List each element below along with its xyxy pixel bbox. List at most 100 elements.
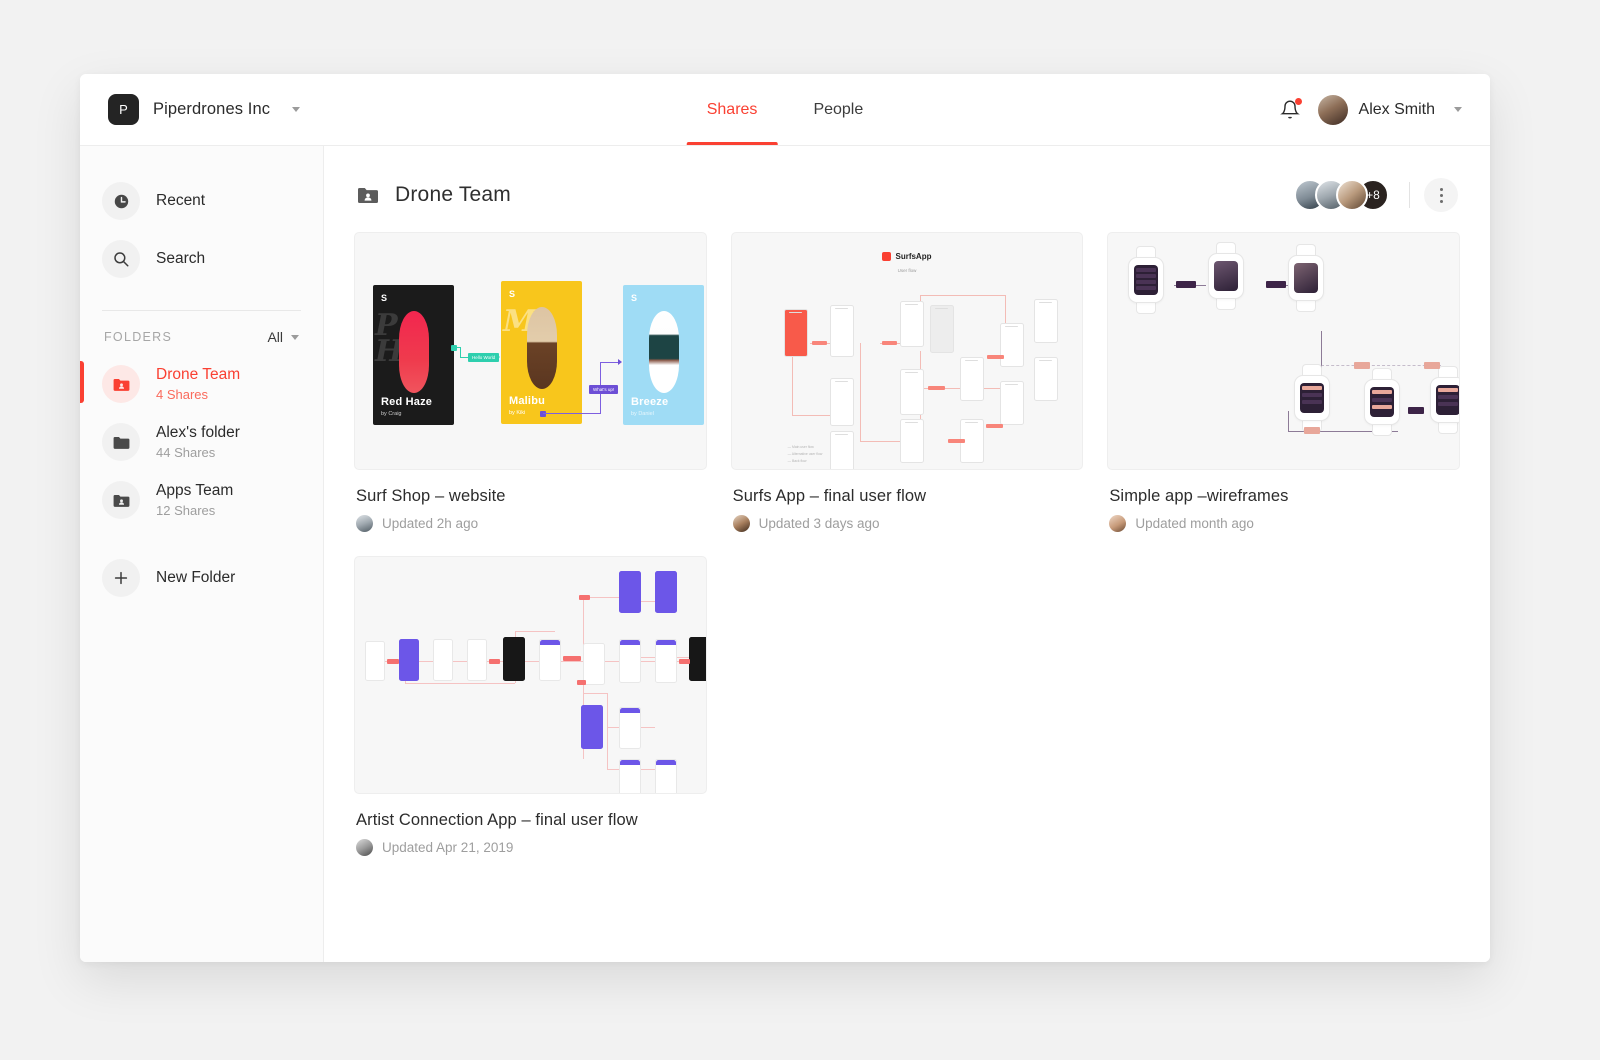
search-icon: [114, 252, 129, 267]
sidebar-item-alexs-folder[interactable]: Alex's folder 44 Shares: [80, 413, 323, 471]
share-card-artist-connection[interactable]: Artist Connection App – final user flow …: [354, 556, 707, 856]
watch-body: [1430, 377, 1459, 423]
poster-malibu: S M Malibu by Kiki: [501, 281, 582, 424]
poster-author: by Kiki: [509, 410, 526, 416]
share-title: Surfs App – final user flow: [732, 487, 927, 505]
folders-filter-dropdown[interactable]: All: [267, 329, 299, 345]
connector-label: [1266, 281, 1287, 288]
clock-icon: [114, 194, 128, 208]
surfsapp-logo-icon: [882, 252, 892, 261]
main-nav-tabs: Shares People: [679, 74, 892, 145]
watch-mock: [1288, 244, 1325, 312]
share-title: Simple app –wireframes: [1109, 487, 1289, 505]
avatar: [356, 839, 373, 856]
kebab-menu-icon[interactable]: [1424, 178, 1458, 212]
connector-line: [600, 362, 620, 364]
connector-line: [919, 295, 1006, 296]
sidebar-item-label: Recent: [156, 192, 206, 209]
screen-mock: [433, 639, 453, 681]
share-title: Artist Connection App – final user flow: [356, 811, 638, 829]
flow-subtitle: User flow: [897, 268, 917, 273]
connector-label: [986, 355, 1004, 359]
screen-mock: [365, 641, 385, 681]
shares-grid: S PH Red Haze by Craig S M Malibu by Kik…: [354, 232, 1460, 856]
notification-badge-dot: [1294, 97, 1302, 105]
connector-line: [543, 413, 601, 415]
search-icon-wrap: [102, 240, 140, 278]
sidebar-item-label: Search: [156, 250, 206, 267]
watch-mock: [1128, 246, 1165, 314]
poster-author: by Daniel: [631, 411, 654, 417]
connector-label: [1354, 362, 1371, 369]
connector-label: [1304, 427, 1321, 434]
poster-logo: S: [381, 293, 388, 303]
poster-name: Breeze: [631, 396, 669, 408]
screen-mock: [619, 707, 641, 749]
legend-item: — Main user flow: [787, 445, 814, 449]
sidebar-item-label: Drone Team: [156, 366, 241, 383]
surfboard-graphic: [398, 311, 429, 393]
tab-shares[interactable]: Shares: [679, 74, 786, 145]
avatar-stack[interactable]: +8: [1294, 179, 1389, 211]
active-indicator: [80, 361, 84, 403]
page-title: Drone Team: [395, 183, 512, 206]
poster-name: Malibu: [509, 395, 546, 407]
avatar: [732, 515, 750, 532]
folders-filter-label: All: [267, 329, 283, 345]
screen-mock: [999, 323, 1024, 367]
share-updated: Updated month ago: [1135, 516, 1254, 531]
sidebar-item-recent[interactable]: Recent: [80, 172, 323, 230]
screen-mock: [581, 705, 603, 749]
share-updated: Updated 3 days ago: [758, 516, 880, 531]
connector-label: [811, 341, 827, 345]
connector-label: [1424, 362, 1441, 369]
screen-mock: [399, 639, 419, 681]
member-avatars: +8: [1294, 178, 1458, 212]
share-meta: Updated Apr 21, 2019: [356, 839, 707, 856]
sidebar-item-count: 44 Shares: [156, 445, 216, 460]
connector-label: [927, 386, 945, 390]
sidebar-item-search[interactable]: Search: [80, 230, 323, 288]
chevron-down-icon: [292, 107, 301, 112]
screen-mock: [829, 378, 854, 426]
watch-screen: [1134, 265, 1159, 295]
avatar: [1336, 179, 1368, 211]
notifications-button[interactable]: [1279, 97, 1302, 121]
watch-screen: [1436, 385, 1459, 415]
user-menu[interactable]: Alex Smith: [1317, 94, 1462, 125]
clock-icon-wrap: [102, 182, 140, 220]
screen-mock: [619, 639, 641, 683]
connector-line: [583, 693, 607, 694]
chevron-down-icon: [1454, 107, 1462, 112]
share-card-surf-shop[interactable]: S PH Red Haze by Craig S M Malibu by Kik…: [354, 232, 707, 532]
screen-mock: [619, 759, 641, 793]
sidebar-item-new-folder[interactable]: New Folder: [80, 549, 323, 607]
connector-label: [577, 680, 586, 685]
sidebar-item-label: Alex's folder: [156, 424, 240, 441]
share-card-surfs-app[interactable]: SurfsApp User flow — Main user flow — Al…: [730, 232, 1084, 532]
screen-mock: [619, 571, 641, 613]
watch-body: [1208, 253, 1245, 299]
share-thumbnail: S PH Red Haze by Craig S M Malibu by Kik…: [354, 232, 707, 470]
sidebar-item-apps-team[interactable]: Apps Team 12 Shares: [80, 471, 323, 529]
share-title: Surf Shop – website: [356, 487, 506, 505]
tab-people[interactable]: People: [785, 74, 891, 145]
watch-screen: [1370, 387, 1395, 417]
screen-mock: [655, 571, 677, 613]
screen-mock: [655, 639, 677, 683]
folders-header: FOLDERS All: [80, 329, 323, 355]
connector-arrow: [618, 359, 622, 365]
watch-screen: [1294, 263, 1319, 293]
plus-icon-wrap: [102, 559, 140, 597]
screen-mock: [783, 309, 808, 357]
screen-mock: [655, 759, 677, 793]
brand-switcher[interactable]: P Piperdrones Inc: [108, 94, 301, 125]
connector-label: [679, 659, 690, 664]
top-bar-right: Alex Smith: [1279, 94, 1462, 125]
plus-icon: [114, 571, 128, 585]
share-card-simple-app[interactable]: Simple app –wireframes Updated month ago: [1107, 232, 1460, 532]
poster-breeze: S Breeze by Daniel: [623, 285, 704, 425]
screen-mock: [829, 431, 854, 469]
sidebar-item-drone-team[interactable]: Drone Team 4 Shares: [80, 355, 323, 413]
connector-label: [563, 656, 581, 661]
